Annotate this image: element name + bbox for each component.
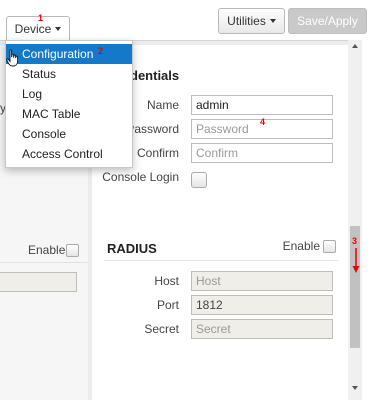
caret-down-icon (269, 19, 276, 23)
credentials-title: dentials (130, 68, 180, 83)
annotation-4: 4 (260, 117, 266, 127)
annotation-3: 3 (352, 236, 358, 246)
annotation-2: 2 (98, 46, 104, 56)
port-label: Port (156, 298, 179, 312)
radius-title: RADIUS (107, 241, 157, 256)
port-input[interactable] (191, 295, 333, 315)
top-toolbar: Device Utilities Save/Apply (0, 0, 380, 40)
secret-label: Secret (144, 322, 179, 336)
save-apply-button[interactable]: Save/Apply (288, 8, 367, 34)
host-input[interactable] (191, 271, 333, 291)
console-login-checkbox[interactable] (191, 172, 207, 188)
utilities-button-label: Utilities (227, 14, 266, 28)
divider (104, 260, 338, 261)
console-login-label: Console Login (102, 170, 179, 184)
left-enable-checkbox[interactable] (66, 244, 79, 257)
name-input[interactable] (191, 95, 333, 115)
secret-input[interactable] (191, 319, 333, 339)
annotation-1: 1 (38, 13, 44, 23)
save-button-label: Save/Apply (297, 14, 358, 28)
device-button-label: Device (14, 21, 52, 36)
radius-enable-checkbox[interactable] (323, 240, 336, 253)
left-enable-label: Enable (28, 243, 66, 257)
caret-down-icon (55, 26, 62, 31)
menu-item-log[interactable]: Log (6, 84, 132, 104)
menu-item-mac-table[interactable]: MAC Table (6, 104, 132, 124)
divider (0, 262, 88, 263)
vertical-scrollbar[interactable] (348, 40, 362, 400)
radius-enable-label: Enable (282, 239, 320, 253)
device-dropdown-menu: Configuration Status Log MAC Table Conso… (5, 40, 133, 168)
menu-item-console[interactable]: Console (6, 124, 132, 144)
hand-cursor-icon (6, 49, 19, 67)
menu-item-status[interactable]: Status (6, 64, 132, 84)
scroll-down-icon[interactable] (352, 386, 358, 390)
confirm-input[interactable] (191, 143, 333, 163)
host-label: Host (154, 274, 179, 288)
red-arrow-down-icon (352, 248, 360, 273)
utilities-menu-button[interactable]: Utilities (218, 8, 285, 34)
menu-item-configuration[interactable]: Configuration (6, 44, 132, 64)
left-disabled-field[interactable] (0, 272, 77, 292)
scroll-up-icon[interactable] (352, 44, 358, 48)
menu-item-access-control[interactable]: Access Control (6, 144, 132, 164)
